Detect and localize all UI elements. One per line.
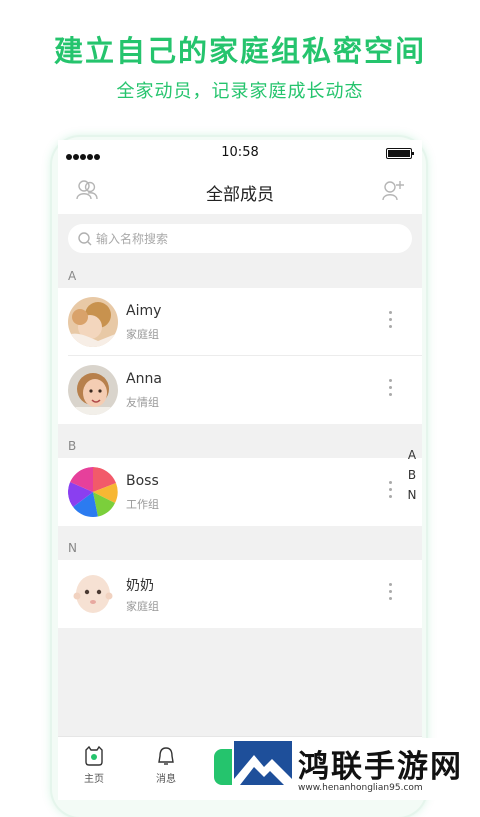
- index-letter-b[interactable]: B: [404, 465, 420, 485]
- search-input[interactable]: [96, 224, 396, 253]
- member-name: 奶奶: [126, 578, 154, 594]
- member-group: 友情组: [126, 396, 159, 409]
- list-item-aimy[interactable]: Aimy 家庭组: [58, 288, 422, 356]
- section-letter: A: [68, 269, 77, 283]
- tab-label: 消息: [156, 774, 176, 785]
- tab-messages[interactable]: 消息: [136, 745, 196, 785]
- watermark-logo: [234, 741, 292, 797]
- avatar: [68, 467, 118, 517]
- search-icon: [78, 232, 92, 246]
- more-icon[interactable]: [386, 311, 394, 333]
- page-title: 全部成员: [206, 185, 274, 205]
- index-bar: A B N: [404, 445, 420, 505]
- section-header-n: N: [58, 536, 422, 560]
- member-name: Aimy: [126, 303, 162, 319]
- avatar: [68, 569, 118, 619]
- search-box[interactable]: [68, 224, 412, 253]
- watermark: 鸿联手游网 www.henanhonglian95.com: [232, 738, 480, 800]
- member-name: Anna: [126, 371, 162, 387]
- add-user-icon[interactable]: [380, 177, 406, 203]
- index-letter-n[interactable]: N: [404, 485, 420, 505]
- promo-title: 建立自己的家庭组私密空间: [53, 34, 426, 68]
- search-bar: [58, 214, 422, 264]
- watermark-text: 鸿联手游网: [298, 749, 463, 785]
- tab-label: 主页: [84, 774, 104, 785]
- watermark-url: www.henanhonglian95.com: [298, 783, 423, 793]
- list-item-anna[interactable]: Anna 友情组: [58, 356, 422, 424]
- more-icon[interactable]: [386, 481, 394, 503]
- list-item-grandma[interactable]: 奶奶 家庭组: [58, 560, 422, 628]
- tab-home[interactable]: 主页: [64, 745, 124, 785]
- more-icon[interactable]: [386, 583, 394, 605]
- section-letter: B: [68, 439, 77, 453]
- member-name: Boss: [126, 473, 159, 489]
- message-icon: [158, 747, 174, 765]
- avatar: [68, 365, 118, 415]
- section-header-b: B: [58, 434, 422, 458]
- avatar: [68, 297, 118, 347]
- section-letter: N: [68, 541, 77, 555]
- nav-bar: 全部成员: [58, 166, 422, 214]
- member-group: 家庭组: [126, 328, 159, 341]
- promo-subtitle: 全家动员，记录家庭成长动态: [116, 81, 364, 102]
- member-group: 家庭组: [126, 600, 159, 613]
- status-bar: 10:58: [58, 140, 422, 166]
- member-group: 工作组: [126, 498, 159, 511]
- home-icon: [85, 745, 103, 766]
- battery-icon: [386, 148, 414, 159]
- more-icon[interactable]: [386, 379, 394, 401]
- section-header-a: A: [58, 264, 422, 288]
- index-letter-a[interactable]: A: [404, 445, 420, 465]
- list-item-boss[interactable]: Boss 工作组: [58, 458, 422, 526]
- app-screen: 10:58 全部成员 输入名称搜索 A Aimy 家庭组 Anna 友情组 B …: [58, 140, 422, 800]
- status-time: 10:58: [221, 145, 259, 160]
